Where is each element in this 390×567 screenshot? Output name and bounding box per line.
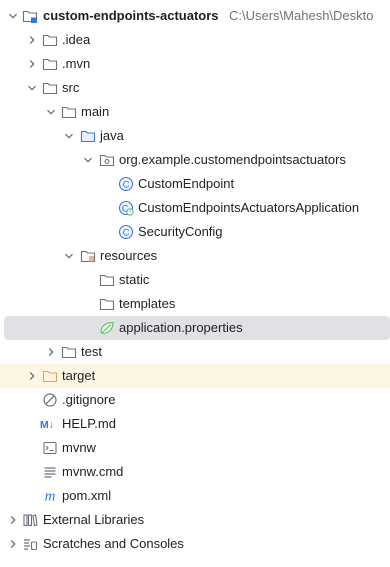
folder-icon	[99, 272, 115, 288]
text-file-icon	[42, 464, 58, 480]
folder-icon	[99, 296, 115, 312]
tree-row-mvn[interactable]: .mvn	[0, 52, 390, 76]
svg-text:m: m	[45, 489, 56, 505]
tree-row-package[interactable]: org.example.customendpointsactuators	[0, 148, 390, 172]
tree-row-project-root[interactable]: custom-endpoints-actuators C:\Users\Mahe…	[0, 4, 390, 28]
tree-label: CustomEndpointsActuatorsApplication	[138, 200, 360, 215]
tree-label: External Libraries	[43, 512, 145, 527]
chevron-down-icon[interactable]	[8, 11, 18, 21]
tree-label: java	[100, 128, 124, 143]
spring-boot-class-icon: C	[118, 200, 134, 216]
maven-icon: m	[42, 488, 58, 505]
tree-row-main[interactable]: main	[0, 100, 390, 124]
chevron-right-icon[interactable]	[46, 347, 56, 357]
tree-row-templates[interactable]: templates	[0, 292, 390, 316]
tree-row-security-config[interactable]: C SecurityConfig	[0, 220, 390, 244]
tree-label: .mvn	[62, 56, 91, 71]
folder-icon	[61, 104, 77, 120]
project-tree: custom-endpoints-actuators C:\Users\Mahe…	[0, 0, 390, 567]
markdown-icon: M↓	[40, 416, 60, 432]
folder-icon	[61, 344, 77, 360]
tree-label: org.example.customendpointsactuators	[119, 152, 346, 167]
tree-row-idea[interactable]: .idea	[0, 28, 390, 52]
tree-label: HELP.md	[62, 416, 116, 431]
tree-label: main	[81, 104, 110, 119]
tree-label: static	[119, 272, 150, 287]
tree-row-gitignore[interactable]: .gitignore	[0, 388, 390, 412]
tree-label: application.properties	[119, 320, 243, 335]
tree-label: resources	[100, 248, 158, 263]
excluded-folder-icon	[42, 368, 58, 384]
chevron-right-icon[interactable]	[27, 35, 37, 45]
chevron-down-icon[interactable]	[27, 83, 37, 93]
chevron-right-icon[interactable]	[8, 515, 18, 525]
svg-text:M↓: M↓	[40, 419, 54, 431]
scratches-icon	[22, 536, 38, 552]
tree-row-application-class[interactable]: C CustomEndpointsActuatorsApplication	[0, 196, 390, 220]
chevron-down-icon[interactable]	[83, 155, 93, 165]
tree-label: target	[62, 368, 96, 383]
tree-label: CustomEndpoint	[138, 176, 235, 191]
tree-label: pom.xml	[62, 488, 112, 503]
ignore-file-icon	[42, 392, 58, 408]
tree-row-java[interactable]: java	[0, 124, 390, 148]
tree-row-external-libraries[interactable]: External Libraries	[0, 508, 390, 532]
tree-label: SecurityConfig	[138, 224, 223, 239]
spring-properties-icon	[99, 320, 115, 336]
class-icon: C	[118, 176, 134, 192]
tree-label: templates	[119, 296, 176, 311]
tree-row-target[interactable]: target	[0, 364, 390, 388]
tree-label: mvnw	[62, 440, 96, 455]
resources-folder-icon	[80, 248, 96, 264]
tree-label: .idea	[62, 32, 91, 47]
tree-row-mvnw-cmd[interactable]: mvnw.cmd	[0, 460, 390, 484]
source-folder-icon	[80, 128, 96, 144]
class-icon: C	[118, 224, 134, 240]
chevron-down-icon[interactable]	[46, 107, 56, 117]
library-icon	[22, 512, 38, 528]
tree-label: test	[81, 344, 102, 359]
tree-row-test[interactable]: test	[0, 340, 390, 364]
chevron-right-icon[interactable]	[27, 59, 37, 69]
shell-script-icon	[42, 440, 58, 456]
tree-row-pom-xml[interactable]: m pom.xml	[0, 484, 390, 508]
svg-text:C: C	[123, 228, 130, 239]
tree-row-static[interactable]: static	[0, 268, 390, 292]
chevron-right-icon[interactable]	[8, 539, 18, 549]
tree-label: Scratches and Consoles	[43, 536, 184, 551]
tree-row-scratches[interactable]: Scratches and Consoles	[0, 532, 390, 556]
tree-label: mvnw.cmd	[62, 464, 124, 479]
project-name: custom-endpoints-actuators	[43, 8, 219, 23]
project-module-icon	[22, 8, 38, 24]
chevron-down-icon[interactable]	[64, 131, 74, 141]
project-path: C:\Users\Mahesh\Deskto	[229, 8, 374, 23]
tree-row-src[interactable]: src	[0, 76, 390, 100]
tree-row-resources[interactable]: resources	[0, 244, 390, 268]
package-icon	[99, 152, 115, 168]
chevron-down-icon[interactable]	[64, 251, 74, 261]
svg-text:C: C	[123, 180, 130, 191]
folder-icon	[42, 56, 58, 72]
tree-row-mvnw[interactable]: mvnw	[0, 436, 390, 460]
tree-row-help-md[interactable]: M↓ HELP.md	[0, 412, 390, 436]
tree-label: src	[62, 80, 80, 95]
tree-row-custom-endpoint[interactable]: C CustomEndpoint	[0, 172, 390, 196]
tree-label: .gitignore	[62, 392, 116, 407]
tree-row-application-properties[interactable]: application.properties	[4, 316, 390, 340]
folder-icon	[42, 80, 58, 96]
folder-icon	[42, 32, 58, 48]
chevron-right-icon[interactable]	[27, 371, 37, 381]
